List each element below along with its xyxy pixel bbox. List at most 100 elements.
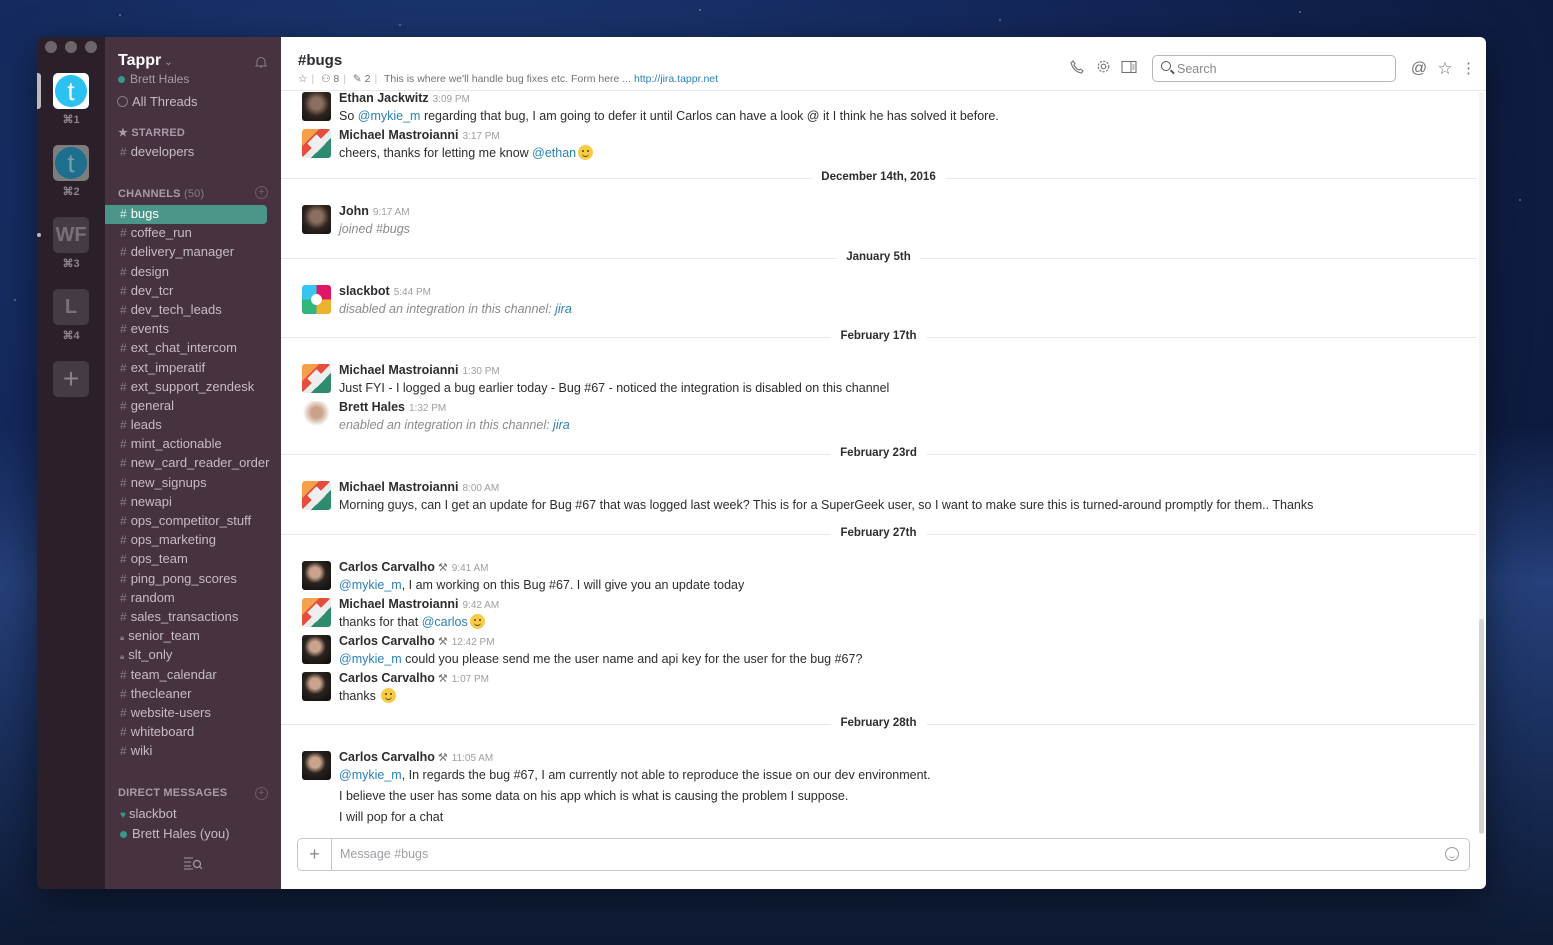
message-author[interactable]: Carlos Carvalho	[339, 560, 435, 574]
team-menu[interactable]: Tappr ⌄	[118, 52, 173, 70]
mention-link[interactable]: jira	[555, 302, 572, 316]
day-divider-label[interactable]: January 5th	[836, 251, 921, 263]
topic-link[interactable]: http://jira.tappr.net	[634, 73, 718, 85]
mention-link[interactable]: @mykie_m	[339, 578, 402, 592]
avatar[interactable]	[302, 751, 331, 780]
message-timestamp[interactable]: 9:41 AM	[452, 563, 489, 574]
sidebar-channel-ops_marketing[interactable]: # ops_marketing	[105, 531, 267, 550]
minimize-window-button[interactable]	[65, 41, 77, 53]
dm-item-self[interactable]: Brett Hales (you)	[120, 824, 230, 844]
avatar[interactable]	[302, 672, 331, 701]
bell-icon[interactable]	[254, 55, 268, 69]
message-timestamp[interactable]: 1:30 PM	[462, 366, 499, 377]
sidebar-channel-leads[interactable]: # leads	[105, 416, 267, 435]
add-channel-button[interactable]: +	[255, 186, 268, 199]
sidebar-channel-whiteboard[interactable]: # whiteboard	[105, 723, 267, 742]
sidebar-toggle-icon[interactable]	[1119, 59, 1139, 79]
attach-button[interactable]: +	[298, 839, 332, 870]
starred-channel-developers[interactable]: # developers	[120, 143, 194, 162]
mention-link[interactable]: @mykie_m	[358, 109, 421, 123]
avatar[interactable]	[302, 129, 331, 158]
search-input[interactable]: Search	[1152, 55, 1396, 82]
message-item[interactable]: Carlos Carvalho ⚒ 12:42 PM @mykie_m could y…	[302, 633, 1476, 668]
pinned-button[interactable]: ✎ 2	[353, 73, 371, 85]
scrollbar-thumb[interactable]	[1479, 619, 1484, 834]
add-team-button[interactable]: +	[53, 361, 89, 397]
message-timestamp[interactable]: 8:00 AM	[462, 483, 499, 494]
team-button-2[interactable]: t ⌘2	[53, 145, 89, 198]
sidebar-channel-new_signups[interactable]: # new_signups	[105, 474, 267, 493]
message-author[interactable]: Michael Mastroianni	[339, 480, 458, 494]
message-timestamp[interactable]: 12:42 PM	[452, 637, 495, 648]
more-options-icon[interactable]: ⋮	[1461, 59, 1476, 79]
sidebar-channel-newapi[interactable]: # newapi	[105, 493, 267, 512]
message-input[interactable]: Message #bugs	[340, 847, 428, 861]
direct-messages-heading[interactable]: DIRECT MESSAGES	[118, 787, 227, 799]
avatar[interactable]	[302, 285, 331, 314]
dm-item-slackbot[interactable]: ♥ slackbot	[120, 804, 230, 824]
sidebar-channel-events[interactable]: # events	[105, 320, 267, 339]
channels-heading[interactable]: CHANNELS (50)	[118, 188, 204, 200]
sidebar-channel-wiki[interactable]: # wiki	[105, 742, 267, 761]
close-window-button[interactable]	[45, 41, 57, 53]
avatar[interactable]	[302, 92, 331, 121]
mention-link[interactable]: @ethan	[532, 146, 576, 160]
gear-icon[interactable]	[1093, 59, 1113, 79]
channel-title[interactable]: #bugs	[298, 52, 342, 69]
mention-link[interactable]: @mykie_m	[339, 768, 402, 782]
day-divider-label[interactable]: February 17th	[830, 330, 927, 342]
message-item[interactable]: Michael Mastroianni 1:30 PM Just FYI - I l…	[302, 362, 1476, 397]
message-author[interactable]: Carlos Carvalho	[339, 634, 435, 648]
starred-items-icon[interactable]: ☆	[1435, 59, 1455, 79]
sidebar-channel-ext_imperatif[interactable]: # ext_imperatif	[105, 359, 267, 378]
add-dm-button[interactable]: +	[255, 787, 268, 800]
message-author[interactable]: Carlos Carvalho	[339, 750, 435, 764]
message-author[interactable]: Ethan Jackwitz	[339, 92, 429, 105]
sidebar-channel-dev_tech_leads[interactable]: # dev_tech_leads	[105, 301, 267, 320]
avatar[interactable]	[302, 401, 331, 430]
quick-switcher-icon[interactable]	[183, 856, 203, 873]
day-divider-label[interactable]: December 14th, 2016	[811, 171, 946, 183]
message-item[interactable]: Ethan Jackwitz 3:09 PM So @mykie_m regardi…	[302, 92, 1476, 125]
mention-link[interactable]: jira	[553, 418, 570, 432]
all-threads-link[interactable]: All Threads	[117, 94, 198, 109]
message-author[interactable]: John	[339, 204, 369, 218]
sidebar-channel-design[interactable]: # design	[105, 263, 267, 282]
sidebar-channel-ping_pong_scores[interactable]: # ping_pong_scores	[105, 570, 267, 589]
message-author[interactable]: Carlos Carvalho	[339, 671, 435, 685]
sidebar-channel-new_card_reader_order[interactable]: # new_card_reader_order	[105, 454, 269, 473]
message-item[interactable]: Carlos Carvalho ⚒ 1:07 PM thanks	[302, 670, 1476, 705]
members-button[interactable]: ⚇ 8	[321, 73, 339, 85]
avatar[interactable]	[302, 598, 331, 627]
message-timestamp[interactable]: 1:07 PM	[452, 674, 489, 685]
sidebar-channel-ext_chat_intercom[interactable]: # ext_chat_intercom	[105, 339, 267, 358]
message-timestamp[interactable]: 11:05 AM	[452, 753, 494, 764]
sidebar-channel-general[interactable]: # general	[105, 397, 267, 416]
sidebar-channel-thecleaner[interactable]: # thecleaner	[105, 685, 267, 704]
message-timestamp[interactable]: 3:17 PM	[462, 131, 499, 142]
sidebar-channel-team_calendar[interactable]: # team_calendar	[105, 666, 267, 685]
avatar[interactable]	[302, 561, 331, 590]
sidebar-channel-ext_support_zendesk[interactable]: # ext_support_zendesk	[105, 378, 267, 397]
team-button-3[interactable]: WF ⌘3	[53, 217, 89, 270]
message-author[interactable]: Michael Mastroianni	[339, 363, 458, 377]
phone-icon[interactable]	[1067, 59, 1087, 79]
message-timestamp[interactable]: 9:42 AM	[462, 600, 499, 611]
mention-link[interactable]: @carlos	[422, 615, 468, 629]
avatar[interactable]	[302, 481, 331, 510]
sidebar-channel-bugs[interactable]: # bugs	[105, 205, 267, 225]
day-divider-label[interactable]: February 27th	[830, 527, 927, 539]
sidebar-channel-ops_competitor_stuff[interactable]: # ops_competitor_stuff	[105, 512, 267, 531]
avatar[interactable]	[302, 364, 331, 393]
sidebar-channel-website-users[interactable]: # website-users	[105, 704, 267, 723]
message-item[interactable]: Carlos Carvalho ⚒ 9:41 AM @mykie_m, I am wo…	[302, 559, 1476, 594]
avatar[interactable]	[302, 205, 331, 234]
sidebar-channel-mint_actionable[interactable]: # mint_actionable	[105, 435, 267, 454]
star-channel-icon[interactable]: ☆	[298, 73, 307, 85]
team-button-4[interactable]: L ⌘4	[53, 289, 89, 342]
sidebar-channel-senior_team[interactable]: 🔒︎ senior_team	[105, 627, 267, 646]
message-author[interactable]: slackbot	[339, 284, 390, 298]
message-item[interactable]: slackbot 5:44 PM disabled an integration i…	[302, 283, 1476, 318]
sidebar-channel-sales_transactions[interactable]: # sales_transactions	[105, 608, 267, 627]
zoom-window-button[interactable]	[85, 41, 97, 53]
